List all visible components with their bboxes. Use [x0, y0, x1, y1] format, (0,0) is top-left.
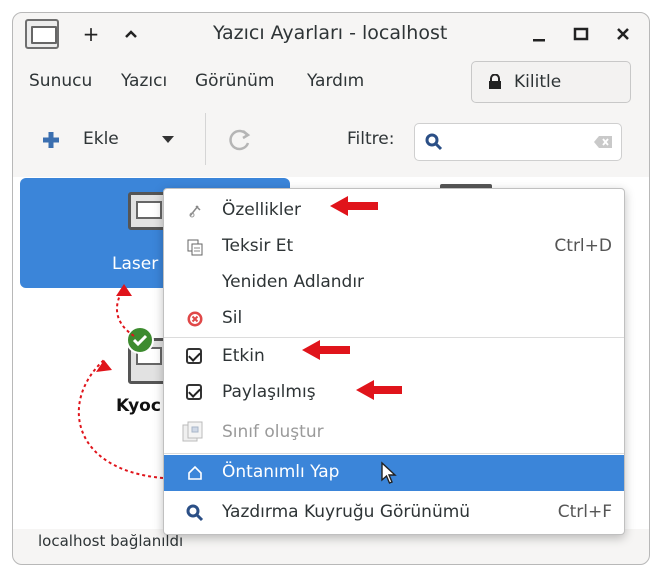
arrow-properties: [330, 196, 378, 216]
red-arrows-overlay: [302, 196, 402, 400]
arrow-enabled: [302, 340, 350, 360]
arrow-shared: [356, 380, 402, 400]
